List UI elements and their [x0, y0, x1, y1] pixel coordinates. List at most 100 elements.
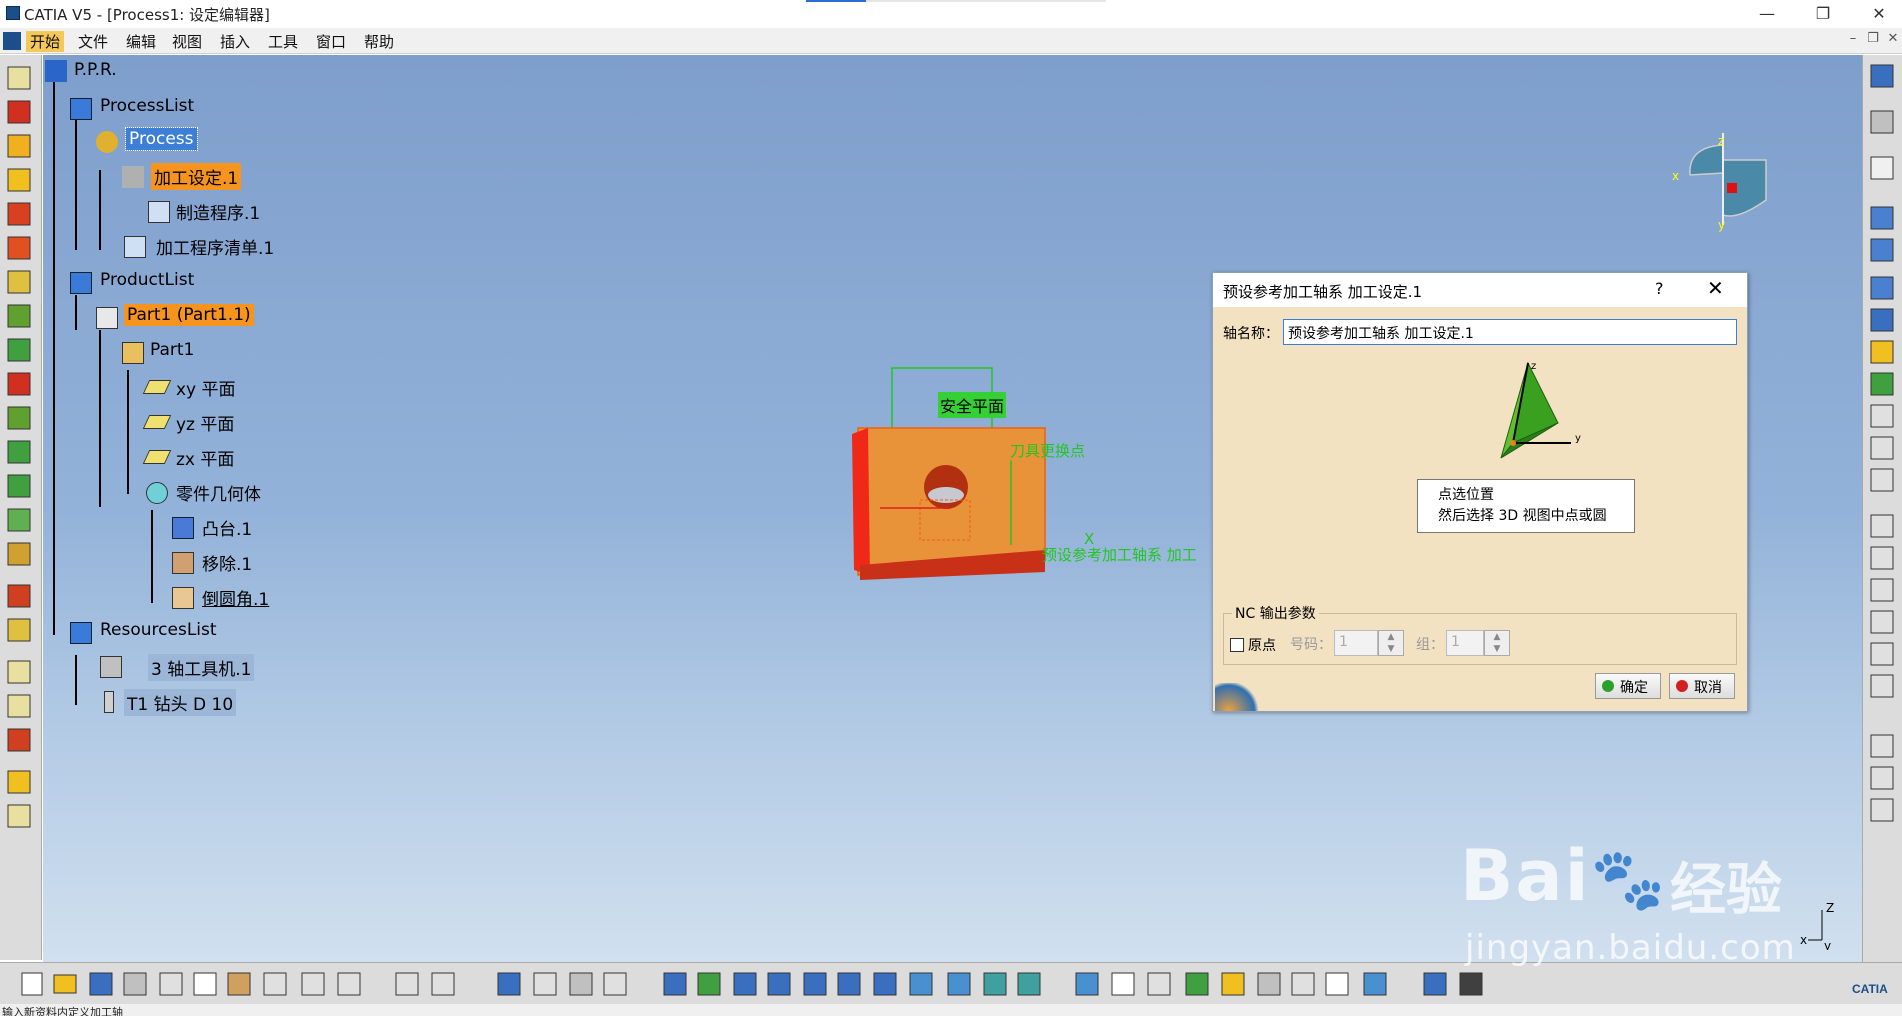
tree-part-body[interactable]: 零件几何体	[176, 480, 261, 505]
mdi-restore-icon[interactable]: ❐	[1862, 31, 1884, 49]
mdi-minimize-icon[interactable]: –	[1842, 31, 1864, 49]
tree-process-list[interactable]: ProcessList	[100, 96, 194, 116]
axis-name-input[interactable]: 预设参考加工轴系 加工设定.1	[1283, 319, 1737, 345]
cut-icon[interactable]	[159, 972, 183, 996]
group-input[interactable]: 1	[1446, 630, 1484, 656]
stock-icon[interactable]	[1870, 372, 1894, 396]
normal-view-icon[interactable]	[873, 972, 897, 996]
patterns-icon[interactable]	[1870, 436, 1894, 460]
analysis-icon[interactable]	[1221, 972, 1245, 996]
tool-table-icon[interactable]	[1111, 972, 1135, 996]
tree-part-instance[interactable]: Part1 (Part1.1)	[124, 304, 254, 326]
setup-icon[interactable]	[1870, 206, 1894, 230]
cancel-button[interactable]: 取消	[1669, 673, 1735, 699]
wrench-icon[interactable]	[1870, 110, 1894, 134]
iso-view-icon[interactable]	[909, 972, 933, 996]
hide-show-icon[interactable]	[983, 972, 1007, 996]
sort-icon[interactable]	[603, 972, 627, 996]
layout-icon[interactable]	[1325, 972, 1349, 996]
number-spinner-icon[interactable]: ▲ ▼	[1378, 630, 1404, 656]
export-icon[interactable]	[1459, 972, 1483, 996]
tree-product-list[interactable]: ProductList	[100, 270, 194, 290]
simulate-icon[interactable]	[1870, 546, 1894, 570]
tree-part[interactable]: Part1	[150, 340, 194, 360]
swap-space-icon[interactable]	[1017, 972, 1041, 996]
geometry-icon[interactable]	[1870, 468, 1894, 492]
number-input[interactable]: 1	[1334, 630, 1378, 656]
tree-manufacturing-program[interactable]: 制造程序.1	[176, 199, 260, 224]
opposite-hand-icon[interactable]	[7, 728, 31, 752]
stock-view-icon[interactable]	[1075, 972, 1099, 996]
tree-pad[interactable]: 凸台.1	[202, 515, 252, 540]
tree-pocket[interactable]: 移除.1	[202, 550, 252, 575]
help-button[interactable]: ?	[1655, 279, 1664, 298]
ok-button[interactable]: 确定	[1595, 673, 1661, 699]
formula-icon[interactable]	[395, 972, 419, 996]
table-icon[interactable]	[497, 972, 521, 996]
points-icon[interactable]	[1870, 404, 1894, 428]
save-icon[interactable]	[89, 972, 113, 996]
output-icon[interactable]	[1870, 674, 1894, 698]
tree-fillet[interactable]: 倒圆角.1	[202, 585, 269, 610]
tree-root[interactable]: P.P.R.	[74, 60, 117, 80]
pan-icon[interactable]	[733, 972, 757, 996]
redo-icon[interactable]	[301, 972, 325, 996]
new-icon[interactable]	[21, 972, 43, 996]
tree-machining-program-list[interactable]: 加工程序清单.1	[156, 234, 274, 259]
group-spinner-icon[interactable]: ▲ ▼	[1484, 630, 1510, 656]
tree-machining-setup[interactable]: 加工设定.1	[151, 163, 242, 190]
tree-process[interactable]: Process	[125, 127, 198, 151]
measure-icon[interactable]	[1185, 972, 1209, 996]
machine-icon[interactable]	[1870, 276, 1894, 300]
program-icon[interactable]	[1870, 238, 1894, 262]
print-icon[interactable]	[123, 972, 147, 996]
minimize-button[interactable]: —	[1744, 0, 1790, 28]
remove-material-icon[interactable]	[1257, 972, 1281, 996]
rotate-icon[interactable]	[767, 972, 791, 996]
graphic-icon[interactable]	[1363, 972, 1387, 996]
tool-path-icon[interactable]	[1870, 734, 1894, 758]
paste-icon[interactable]	[227, 972, 251, 996]
nc-code-icon[interactable]	[1870, 578, 1894, 602]
comment-icon[interactable]	[431, 972, 455, 996]
sketch-icon[interactable]	[1870, 64, 1894, 88]
remove-icon[interactable]	[1870, 766, 1894, 790]
axis-icon[interactable]	[1147, 972, 1171, 996]
dialog-close-button[interactable]: ✕	[1707, 276, 1724, 300]
open-icon[interactable]	[53, 974, 77, 994]
replay-icon[interactable]	[1870, 514, 1894, 538]
zoom-out-icon[interactable]	[837, 972, 861, 996]
fit-all-icon[interactable]	[697, 972, 721, 996]
whats-this-icon[interactable]	[337, 972, 361, 996]
mdi-close-icon[interactable]: ✕	[1882, 31, 1902, 49]
tree-tool[interactable]: T1 钻头 D 10	[124, 689, 237, 716]
tree-xy-plane[interactable]: xy 平面	[176, 375, 236, 400]
tree-resources-list[interactable]: ResourcesList	[100, 620, 217, 640]
approach-icon[interactable]	[7, 770, 31, 794]
copy-icon[interactable]	[193, 972, 217, 996]
fly-icon[interactable]	[663, 972, 687, 996]
menu-help[interactable]: 帮助	[360, 31, 398, 52]
apt-icon[interactable]	[1870, 610, 1894, 634]
select-icon[interactable]	[1870, 156, 1894, 180]
dimension-icon[interactable]	[1423, 972, 1447, 996]
documentation-icon[interactable]	[1870, 642, 1894, 666]
origin-checkbox[interactable]	[1230, 638, 1244, 652]
compass[interactable]: x y z	[1668, 125, 1778, 235]
tool-icon[interactable]	[1870, 340, 1894, 364]
tree-machine[interactable]: 3 轴工具机.1	[148, 654, 255, 681]
zoom-in-icon[interactable]	[803, 972, 827, 996]
axis-system-icon[interactable]: z y	[1483, 353, 1593, 473]
retract-icon[interactable]	[7, 804, 31, 828]
catalog-icon[interactable]	[1291, 972, 1315, 996]
tree-expand-icon[interactable]	[533, 972, 557, 996]
restore-button[interactable]: ❐	[1800, 0, 1846, 28]
undo-icon[interactable]	[263, 972, 287, 996]
shading-icon[interactable]	[947, 972, 971, 996]
close-window-button[interactable]: ✕	[1856, 0, 1902, 28]
tree-yz-plane[interactable]: yz 平面	[176, 410, 234, 435]
tree-zx-plane[interactable]: zx 平面	[176, 445, 234, 470]
compute-icon[interactable]	[1870, 798, 1894, 822]
tool-assembly-icon[interactable]	[1870, 308, 1894, 332]
lock-icon[interactable]	[569, 972, 593, 996]
